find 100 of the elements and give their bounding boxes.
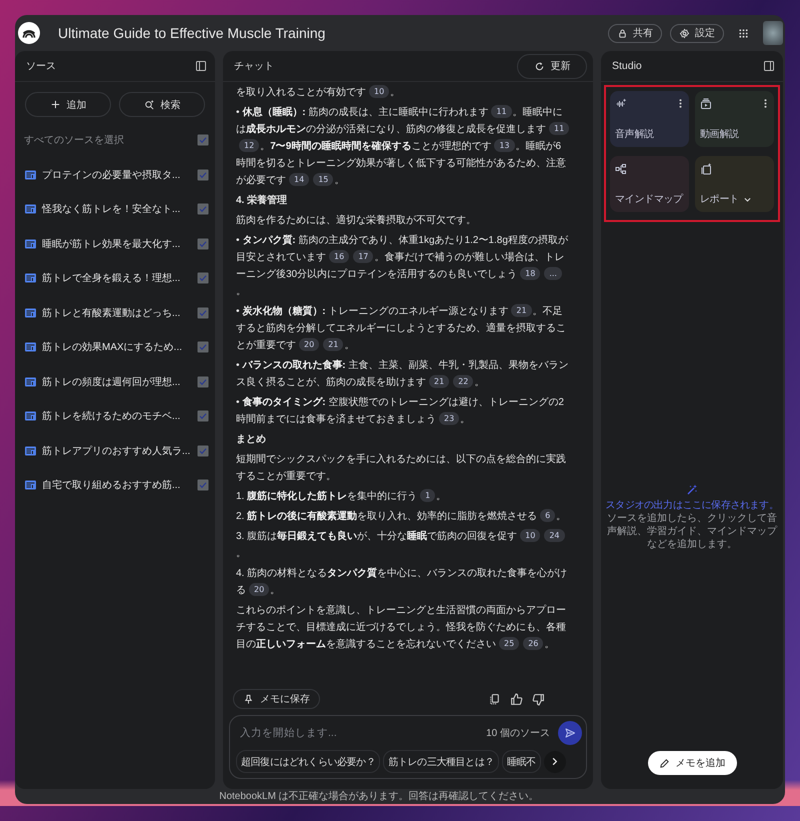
checkbox[interactable] [197, 479, 209, 492]
document-icon [24, 306, 37, 319]
send-button[interactable] [558, 721, 582, 745]
document-icon [24, 341, 37, 354]
avatar[interactable] [763, 21, 783, 45]
studio-tile[interactable]: 音声解説 [610, 91, 689, 147]
paragraph: 4. 筋肉の材料となるタンパク質を中心に、バランスの取れた食事を心がける 20 。 [236, 566, 568, 598]
checkbox[interactable] [197, 410, 209, 422]
source-title[interactable]: 睡眠が筋トレ効果を最大化す... [42, 236, 192, 251]
citation-chip[interactable]: 26 [523, 637, 544, 650]
citation-chip[interactable]: 21 [323, 338, 344, 351]
refresh-button[interactable]: 更新 [517, 54, 587, 78]
citation-chip[interactable]: 21 [511, 304, 532, 317]
panel-toggle-icon[interactable] [763, 60, 775, 72]
citation-chip[interactable]: 15 [313, 173, 334, 186]
save-to-note-button[interactable]: メモに保存 [233, 689, 320, 709]
apps-icon[interactable] [738, 28, 749, 38]
panel-toggle-icon[interactable] [195, 60, 207, 72]
logo-icon[interactable] [18, 22, 40, 44]
studio-tile[interactable]: レポート [695, 156, 774, 212]
document-icon [24, 410, 37, 422]
citation-chip[interactable]: 10 [369, 85, 390, 98]
citation-chip[interactable]: 16 [329, 250, 350, 263]
pencil-icon [658, 758, 670, 768]
tile-label: マインドマップ [615, 192, 683, 206]
paragraph: を取り入れることが有効です 10 。 [236, 84, 402, 100]
document-icon [24, 272, 37, 284]
notebook-title: Ultimate Guide to Effective Muscle Training [58, 25, 326, 41]
citation-chip[interactable]: 23 [439, 412, 460, 425]
checkbox[interactable] [197, 306, 209, 319]
citation-chip[interactable]: 24 [544, 529, 564, 542]
citation-chip[interactable]: 21 [429, 375, 450, 388]
paragraph: 3. 腹筋は毎日鍛えても良いが、十分な睡眠で筋肉の回復を促す 10 24 。 [236, 528, 571, 562]
checkbox[interactable] [197, 341, 209, 354]
settings-button[interactable]: 設定 [670, 24, 724, 42]
magic-wand-icon [686, 484, 698, 496]
citation-chip[interactable]: 1 [420, 489, 436, 502]
thumbs-down-icon[interactable] [532, 692, 545, 706]
studio-tile[interactable]: マインドマップ [610, 156, 689, 212]
thumbs-up-icon[interactable] [510, 692, 523, 706]
source-title[interactable]: 筋トレを続けるためのモチベ... [42, 409, 192, 424]
studio-tile[interactable]: 動画解説 [695, 91, 774, 147]
share-button[interactable]: 共有 [608, 24, 662, 42]
checkbox[interactable] [197, 376, 209, 388]
tile-label: 動画解説 [700, 128, 739, 141]
search-icon [144, 99, 154, 110]
suggestion-chip[interactable]: 超回復にはどれくらい必要か？ [236, 750, 380, 773]
checkbox[interactable] [197, 238, 209, 250]
waveform-icon [615, 98, 627, 110]
paragraph: • バランスの取れた食事: 主食、主菜、副菜、牛乳・乳製品、果物をバランス良く摂ることが、筋肉の成長を助けます 21 22 。 [236, 358, 570, 390]
paragraph: 2. 筋トレの後に有酸素運動を取り入れ、効率的に脂肪を燃焼させる 6 。 [236, 508, 568, 524]
tile-label: レポート [700, 193, 739, 206]
send-icon [564, 727, 576, 739]
citation-chip[interactable]: 12 [239, 139, 260, 152]
citation-chip[interactable]: 25 [499, 637, 520, 650]
suggestion-chip[interactable]: 筋トレの三大種目とは？ [383, 750, 500, 773]
source-title[interactable]: プロテインの必要量や摂取タ... [42, 168, 192, 182]
citation-chip[interactable]: ... [544, 267, 562, 280]
checkbox[interactable] [197, 444, 209, 457]
source-title[interactable]: 筋トレの効果MAXにするため... [42, 340, 192, 354]
citation-chip[interactable]: 14 [289, 173, 310, 186]
citation-chip[interactable]: 10 [520, 529, 540, 542]
next-button[interactable] [544, 750, 566, 772]
paragraph: • タンパク質: 筋肉の主成分であり、体重1kgあたり1.2〜1.8g程度の摂取が目安とされています 16 17 。食事だけで補うのが難しい場合は、トレーニング後30分以内にプロテインを活用するのも良いでしょう 18 ... 。 [236, 234, 569, 299]
source-title[interactable]: 自宅で取り組めるおすすめ筋... [42, 478, 192, 492]
citation-chip[interactable]: 22 [453, 375, 474, 388]
copy-icon[interactable] [488, 692, 501, 706]
source-title[interactable]: 筋トレで全身を鍛える！理想... [42, 271, 192, 286]
source-title[interactable]: 筋トレの頻度は週何回が理想... [42, 374, 192, 389]
source-title[interactable]: 筋トレアプリのおすすめ人気ラ... [42, 444, 192, 458]
citation-chip[interactable]: 20 [299, 338, 320, 351]
source-title[interactable]: 筋トレと有酸素運動はどっち... [42, 306, 192, 320]
checkbox[interactable] [197, 203, 209, 216]
checkbox[interactable] [197, 168, 209, 181]
empty-state-text: ソースを追加したら、クリックして音声解説、学習ガイド、マインドマップなどを追加します。 [606, 512, 778, 551]
search-button[interactable]: 検索 [119, 92, 205, 117]
chat-input-field[interactable]: 入力を開始します... [236, 722, 478, 744]
citation-chip[interactable]: 13 [494, 139, 514, 152]
source-title[interactable]: 怪我なく筋トレを！安全なト... [42, 202, 192, 216]
citation-chip[interactable]: 11 [491, 105, 512, 118]
document-icon [24, 168, 37, 181]
suggestion-chip[interactable]: 睡眠不 [502, 750, 541, 773]
panel-title: ソース [26, 60, 56, 73]
citation-chip[interactable]: 17 [353, 250, 374, 263]
document-icon [24, 479, 37, 492]
citation-chip[interactable]: 20 [249, 583, 270, 596]
citation-chip[interactable]: 11 [549, 122, 570, 135]
paragraph: 筋肉を作るためには、適切な栄養摂取が不可欠です。 [236, 214, 477, 228]
citation-chip[interactable]: 6 [540, 509, 556, 522]
add-button[interactable]: 追加 [25, 92, 111, 117]
citation-chip[interactable]: 18 [520, 267, 540, 280]
pin-icon [243, 694, 254, 704]
tile-label: 音声解説 [615, 128, 654, 141]
panel-title: チャット [234, 60, 274, 73]
select-all-label: すべてのソースを選択 [24, 134, 125, 148]
paragraph: • 食事のタイミング: 空腹状態でのトレーニングは避け、トレーニングの2時間前までには食事を済ませておきましょう 23 。 [236, 396, 565, 427]
checkbox[interactable] [197, 134, 209, 146]
settings-icon [679, 28, 690, 38]
checkbox[interactable] [197, 272, 209, 284]
add-note-button[interactable]: メモを追加 [648, 751, 736, 775]
